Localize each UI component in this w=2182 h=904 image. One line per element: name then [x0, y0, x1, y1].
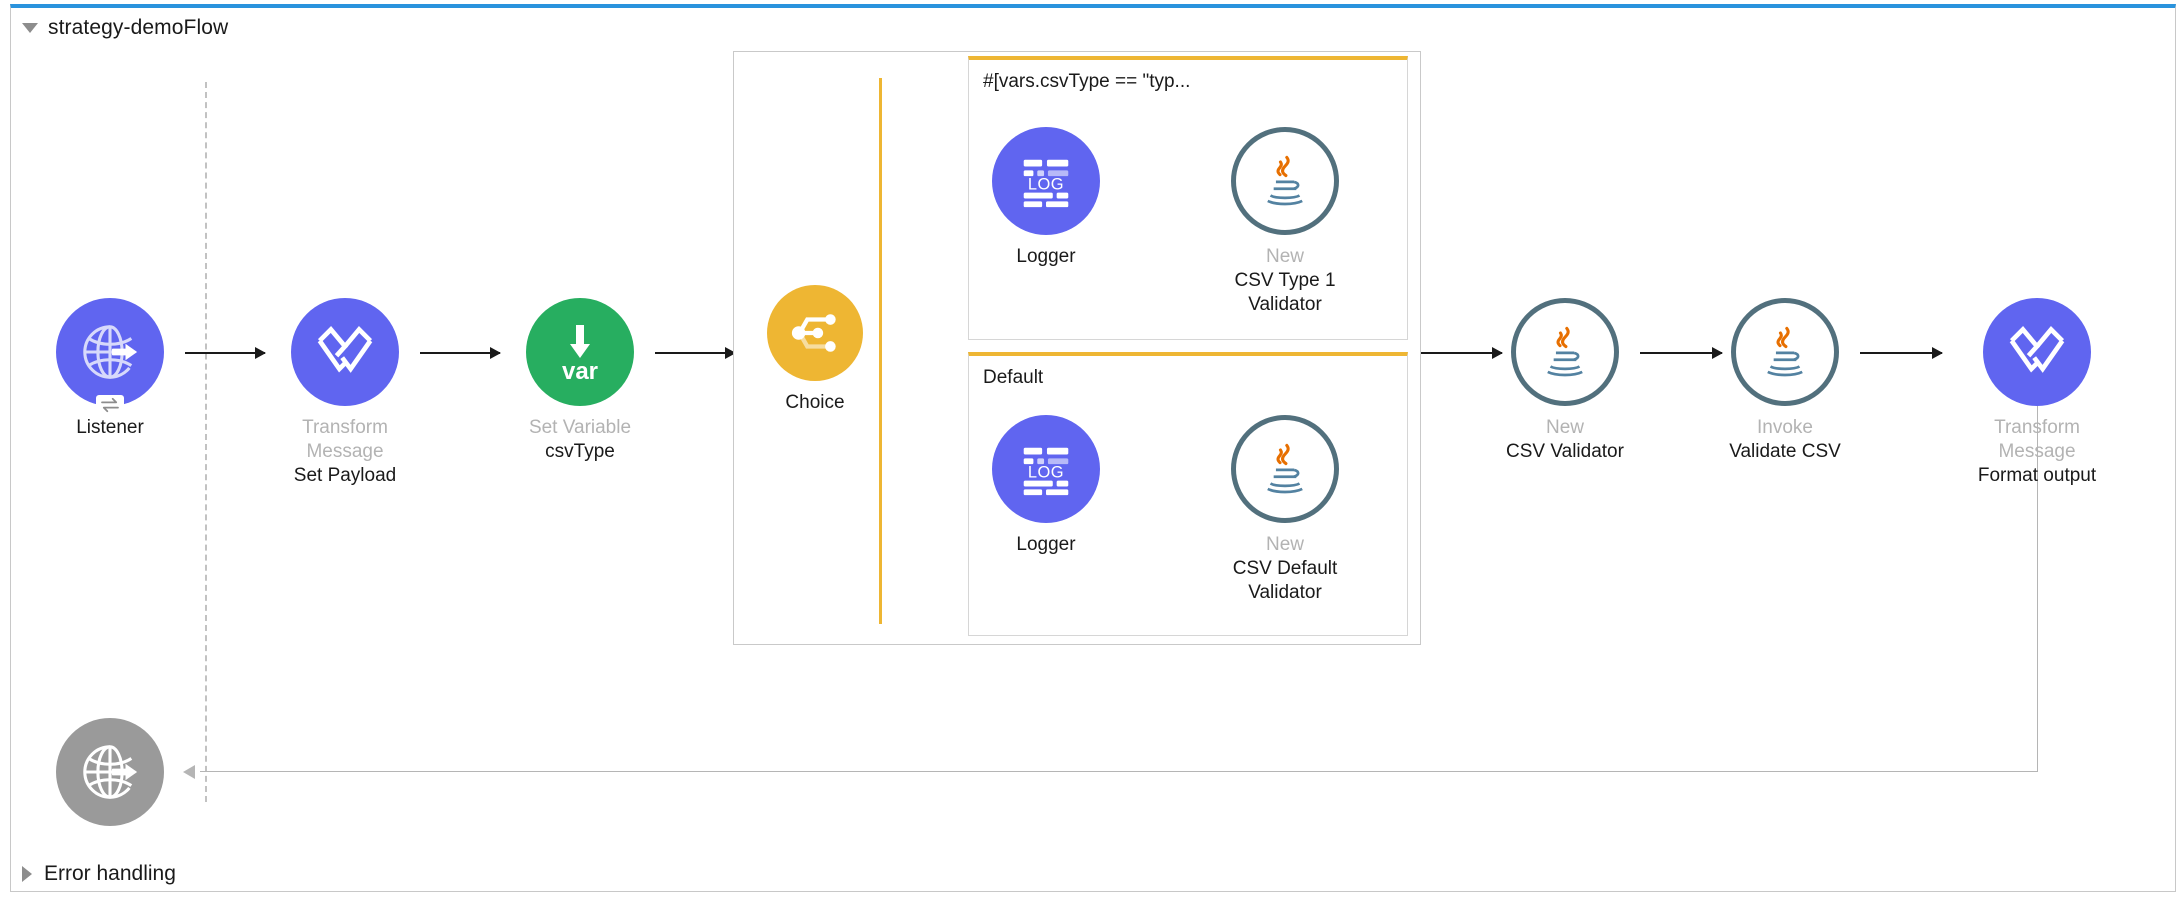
- arrow-transform-to-setvariable: [420, 347, 501, 359]
- node-set-variable[interactable]: var Set Variable csvType: [500, 298, 660, 464]
- node-transform-set-payload-type: Transform Message: [302, 417, 388, 462]
- node-csv-type1-validator-type: New: [1265, 246, 1304, 267]
- node-validate-csv-name: Validate CSV: [1729, 441, 1841, 462]
- svg-text:LOG: LOG: [1028, 464, 1064, 482]
- logger-default-circle[interactable]: LOG: [992, 415, 1100, 523]
- node-validate-csv[interactable]: Invoke Validate CSV: [1705, 298, 1865, 464]
- node-csv-validator-name: CSV Validator: [1506, 441, 1624, 462]
- source-process-divider: [205, 82, 207, 802]
- node-http-response[interactable]: [30, 718, 190, 826]
- triangle-down-icon[interactable]: [22, 23, 38, 33]
- node-transform-set-payload-name: Set Payload: [293, 465, 397, 486]
- node-format-output[interactable]: Transform Message Format output: [1957, 298, 2117, 488]
- node-csv-default-validator-name: CSV Default Validator: [1232, 558, 1338, 603]
- svg-text:var: var: [562, 358, 598, 385]
- branch-default-label: Default: [983, 367, 1044, 388]
- node-csv-default-validator[interactable]: New CSV Default Validator: [1205, 415, 1365, 605]
- node-csv-validator[interactable]: New CSV Validator: [1485, 298, 1645, 464]
- java-icon: [1267, 155, 1303, 206]
- validate-csv-circle[interactable]: [1731, 298, 1839, 406]
- transform-set-payload-circle[interactable]: [291, 298, 399, 406]
- node-csv-type1-validator[interactable]: New CSV Type 1 Validator: [1205, 127, 1365, 317]
- node-transform-set-payload[interactable]: Transform Message Set Payload: [265, 298, 425, 488]
- node-logger-when-name: Logger: [1016, 246, 1076, 267]
- page-title: strategy-demoFlow: [48, 16, 229, 39]
- svg-text:LOG: LOG: [1028, 176, 1064, 194]
- flow-title-bar[interactable]: strategy-demoFlow: [22, 16, 228, 40]
- node-set-variable-name: csvType: [545, 441, 615, 462]
- flow-canvas: strategy-demoFlow #[vars.csvType == "typ…: [0, 0, 2182, 904]
- error-handling-label: Error handling: [44, 862, 176, 885]
- exchange-arrows-icon: [96, 395, 124, 415]
- node-set-variable-type: Set Variable: [528, 417, 632, 438]
- node-csv-validator-type: New: [1545, 417, 1584, 438]
- java-icon: [1267, 443, 1303, 494]
- node-listener-name: Listener: [76, 417, 144, 438]
- logger-when-circle[interactable]: LOG: [992, 127, 1100, 235]
- logger-icon: LOG: [1023, 447, 1069, 496]
- choice-circle[interactable]: [767, 285, 863, 381]
- node-format-output-name: Format output: [1977, 465, 2097, 486]
- node-csv-default-validator-type: New: [1265, 534, 1304, 555]
- node-csv-type1-validator-name: CSV Type 1 Validator: [1234, 270, 1336, 315]
- http-response-globe-icon: [83, 745, 138, 799]
- node-format-output-type: Transform Message: [1994, 417, 2080, 462]
- arrow-listener-to-transform: [185, 347, 266, 359]
- node-choice[interactable]: Choice: [735, 285, 895, 415]
- node-listener[interactable]: Listener: [30, 298, 190, 440]
- http-listener-globe-icon: [83, 325, 138, 379]
- triangle-right-icon[interactable]: [22, 866, 32, 882]
- java-icon: [1767, 326, 1803, 377]
- transform-message-icon: [317, 325, 373, 373]
- arrow-validatecsv-to-formatoutput: [1860, 347, 1943, 359]
- set-variable-var-icon: var: [562, 325, 598, 385]
- format-output-circle[interactable]: [1983, 298, 2091, 406]
- node-logger-default-name: Logger: [1016, 534, 1076, 555]
- error-handling-section[interactable]: Error handling: [22, 862, 176, 886]
- csv-default-validator-circle[interactable]: [1231, 415, 1339, 523]
- http-response-circle[interactable]: [56, 718, 164, 826]
- transform-message-icon: [2009, 325, 2065, 373]
- arrow-setvariable-to-choice: [655, 347, 736, 359]
- node-choice-name: Choice: [785, 392, 845, 413]
- node-logger-when[interactable]: LOG Logger: [966, 127, 1126, 269]
- return-path-horizontal: [200, 771, 2038, 772]
- choice-router-icon: [791, 314, 836, 352]
- logger-icon: LOG: [1023, 159, 1069, 208]
- java-icon: [1547, 326, 1583, 377]
- csv-validator-circle[interactable]: [1511, 298, 1619, 406]
- branch-when-label: #[vars.csvType == "typ...: [983, 71, 1191, 92]
- node-validate-csv-type: Invoke: [1757, 417, 1813, 438]
- node-logger-default[interactable]: LOG Logger: [966, 415, 1126, 557]
- set-variable-circle[interactable]: var: [526, 298, 634, 406]
- listener-circle[interactable]: [56, 298, 164, 415]
- csv-type1-validator-circle[interactable]: [1231, 127, 1339, 235]
